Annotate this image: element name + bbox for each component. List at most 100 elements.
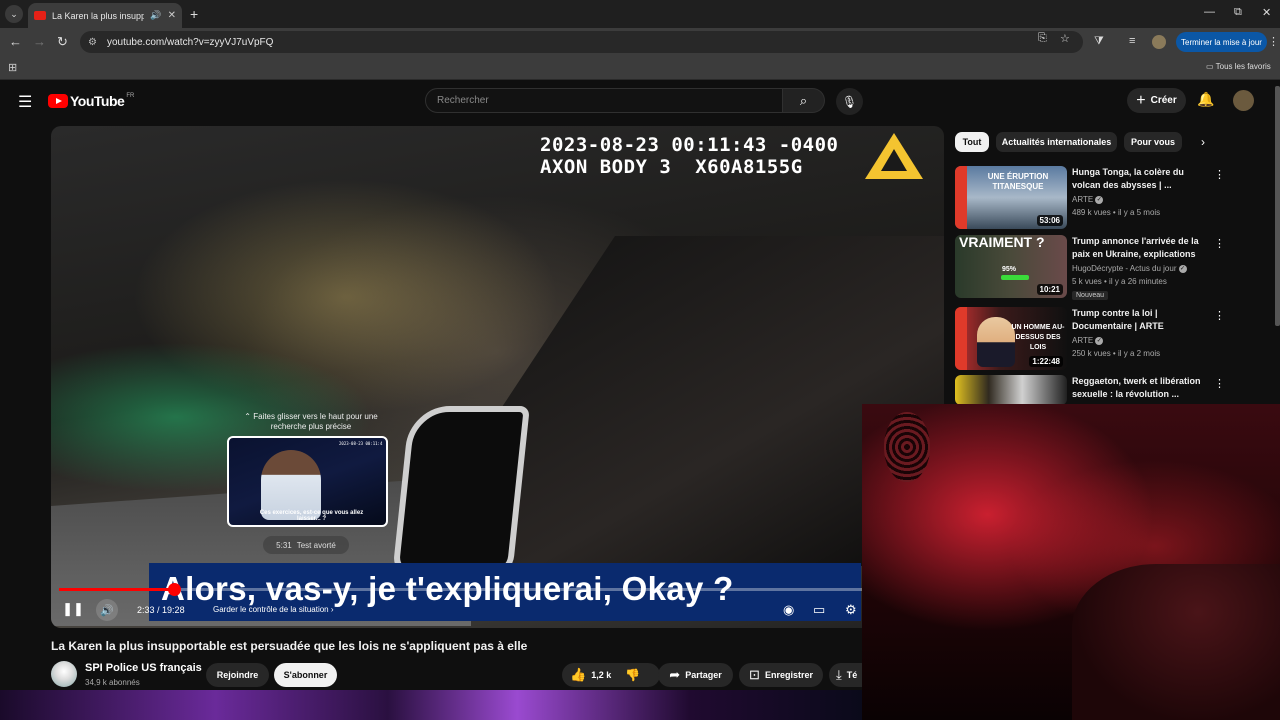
reading-list-icon[interactable]: ≡ [1129, 35, 1135, 47]
thumb-text: UNE ÉRUPTION TITANESQUE [987, 172, 1049, 191]
spiral-decor-scene [884, 412, 930, 482]
recommendation-title[interactable]: Hunga Tonga, la colère du volcan des aby… [1072, 166, 1210, 192]
all-bookmarks[interactable]: ▭ Tous les favoris [1206, 62, 1271, 71]
settings-gear-icon[interactable]: ⚙ [845, 602, 857, 618]
recommendation-item[interactable]: UN HOMME AU-DESSUS DES LOIS 1:22:48 Trum… [955, 307, 1267, 371]
chapter-button[interactable]: Garder le contrôle de la situation › [213, 605, 334, 614]
thumb-text: UN HOMME AU-DESSUS DES LOIS [1011, 324, 1065, 351]
like-dislike-group: 👍 1,2 k 👎 [562, 663, 660, 687]
chip-all[interactable]: Tout [955, 132, 989, 152]
recommendation-item[interactable]: Reggaeton, twerk et libération sexuelle … [955, 375, 1267, 405]
save-button[interactable]: ⊡ Enregistrer [739, 663, 823, 687]
autoplay-toggle-icon[interactable]: ◉ [783, 602, 794, 618]
page-scrollbar[interactable] [1275, 86, 1280, 326]
update-button[interactable]: Terminer la mise à jour [1176, 32, 1267, 52]
user-avatar[interactable] [1233, 90, 1254, 111]
preview-chapter: Test avorté [296, 540, 336, 550]
cam-timestamp-text: 2023-08-23 00:11:43 -0400 [540, 134, 839, 156]
extensions-icon[interactable]: ⧩ [1094, 35, 1104, 48]
search-input[interactable] [425, 88, 783, 113]
recommendation-title[interactable]: Trump annonce l'arrivée de la paix en Uk… [1072, 235, 1210, 261]
recommendation-item[interactable]: VRAIMENT ? 95% 10:21 Trump annonce l'arr… [955, 235, 1267, 301]
progress-track[interactable] [59, 588, 936, 591]
recommendation-item[interactable]: UNE ÉRUPTION TITANESQUE 53:06 Hunga Tong… [955, 166, 1267, 230]
subscribe-button[interactable]: S'abonner [274, 663, 337, 687]
subscriber-count: 34,9 k abonnés [85, 678, 140, 687]
forward-icon[interactable]: → [33, 34, 46, 49]
address-bar[interactable]: ⚙ youtube.com/watch?v=zyyVJ7uVpFQ [80, 31, 1083, 53]
video-title: La Karen la plus insupportable est persu… [51, 639, 528, 653]
duration-badge: 1:22:48 [1029, 356, 1063, 367]
search-icon: ⌕ [799, 92, 808, 108]
bookmark-star-icon[interactable]: ☆ [1060, 32, 1070, 45]
download-button[interactable]: ⤓ Té [829, 663, 862, 687]
more-actions-icon[interactable]: ⋮ [1214, 237, 1225, 250]
youtube-favicon-icon [34, 11, 46, 20]
youtube-logo[interactable]: YouTube FR [48, 93, 134, 109]
recommendation-title[interactable]: Trump contre la loi | Documentaire | ART… [1072, 307, 1210, 333]
side-mirror-scene [392, 406, 530, 576]
reload-icon[interactable]: ↻ [57, 34, 68, 50]
voice-search-button[interactable]: 🎙 [836, 88, 863, 115]
recommendation-meta: 5 k vues • il y a 26 minutes [1072, 277, 1167, 286]
maximize-icon[interactable]: ⧉ [1234, 6, 1242, 19]
save-label: Enregistrer [764, 670, 813, 680]
menu-icon[interactable]: ☰ [18, 92, 32, 112]
site-info-icon[interactable]: ⚙ [88, 37, 97, 48]
share-label: Partager [685, 670, 722, 680]
video-player[interactable]: 2023-08-23 00:11:43 -0400 AXON BODY 3 X6… [51, 126, 944, 628]
recommendation-thumbnail[interactable]: VRAIMENT ? 95% 10:21 [955, 235, 1067, 298]
browser-profile-avatar[interactable] [1152, 35, 1166, 49]
channel-label: ARTE [1072, 195, 1094, 204]
dislike-icon[interactable]: 👎 [625, 668, 640, 682]
browser-tab[interactable]: La Karen la plus insupportal 🔊 ✕ [28, 3, 182, 28]
search-button[interactable]: ⌕ [783, 88, 825, 113]
recommendation-title[interactable]: Reggaeton, twerk et libération sexuelle … [1072, 375, 1210, 401]
chapter-title: Garder le contrôle de la situation [213, 605, 329, 614]
logo-region: FR [126, 93, 135, 99]
channel-name[interactable]: SPI Police US français [85, 662, 202, 674]
more-actions-icon[interactable]: ⋮ [1214, 168, 1225, 181]
volume-button[interactable]: 🔊 [96, 599, 118, 621]
like-icon[interactable]: 👍 [570, 667, 586, 683]
more-actions-icon[interactable]: ⋮ [1214, 309, 1225, 322]
recommendation-thumbnail[interactable] [955, 375, 1067, 405]
back-icon[interactable]: ← [9, 34, 22, 49]
tab-close-icon[interactable]: ✕ [168, 10, 176, 21]
download-label: Té [846, 670, 858, 680]
tab-audio-icon[interactable]: 🔊 [150, 10, 161, 21]
chip-international-news[interactable]: Actualités internationales [996, 132, 1117, 152]
subtitles-icon[interactable]: ▭ [813, 602, 825, 618]
url-text: youtube.com/watch?v=zyyVJ7uVpFQ [106, 36, 274, 48]
install-app-icon[interactable]: ⎘ [1038, 32, 1047, 45]
notifications-bell-icon[interactable]: 🔔 [1197, 91, 1214, 108]
create-button[interactable]: + Créer [1127, 88, 1186, 113]
thumb-text: VRAIMENT ? [959, 235, 1045, 250]
join-button[interactable]: Rejoindre [206, 663, 269, 687]
duration: 19:28 [162, 605, 185, 615]
recommendation-thumbnail[interactable]: UN HOMME AU-DESSUS DES LOIS 1:22:48 [955, 307, 1067, 370]
progress-scrubber[interactable] [168, 583, 181, 596]
minimize-icon[interactable]: — [1204, 6, 1215, 18]
thumb-percent: 95% [1002, 266, 1017, 273]
more-actions-icon[interactable]: ⋮ [1214, 377, 1225, 390]
browser-menu-icon[interactable]: ⋮ [1268, 35, 1279, 48]
share-button[interactable]: ➦ Partager [658, 663, 733, 687]
chips-next-chevron-icon[interactable]: › [1201, 135, 1205, 149]
webcam-overlay [862, 404, 1280, 720]
recommendation-thumbnail[interactable]: UNE ÉRUPTION TITANESQUE 53:06 [955, 166, 1067, 229]
channel-avatar[interactable] [51, 661, 77, 687]
channel-label: HugoDécrypte - Actus du jour [1072, 264, 1177, 273]
like-count[interactable]: 1,2 k [591, 670, 611, 680]
apps-grid-icon[interactable]: ⊞ [8, 61, 17, 74]
chip-for-you[interactable]: Pour vous [1124, 132, 1182, 152]
new-tab-icon[interactable]: + [190, 6, 198, 22]
recommendation-meta: 250 k vues • il y a 2 mois [1072, 349, 1161, 358]
browser-tabbar: ⌄ La Karen la plus insupportal 🔊 ✕ + — ⧉… [0, 0, 1280, 28]
pause-icon: ❚❚ [62, 601, 84, 616]
recommendation-channel: ARTE ✓ [1072, 336, 1104, 345]
close-window-icon[interactable]: ✕ [1262, 6, 1271, 19]
tab-search-chevron-icon[interactable]: ⌄ [5, 5, 23, 23]
duration-badge: 10:21 [1036, 284, 1063, 295]
pause-button[interactable]: ❚❚ [62, 599, 84, 619]
